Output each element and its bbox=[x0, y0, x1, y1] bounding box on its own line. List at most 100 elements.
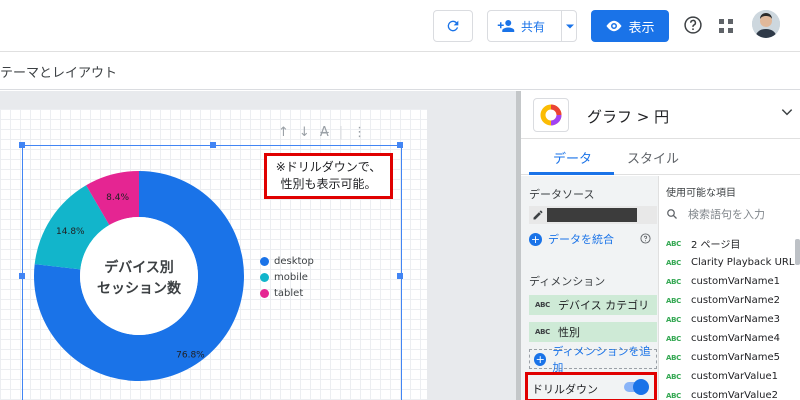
field-item[interactable]: ABC customVarName1 bbox=[666, 272, 794, 291]
search-placeholder: 検索語句を入力 bbox=[688, 208, 765, 221]
apps-button[interactable] bbox=[719, 18, 733, 37]
field-item[interactable]: ABC customVarName3 bbox=[666, 310, 794, 329]
abc-type-icon: ABC bbox=[666, 353, 681, 362]
legend-swatch bbox=[260, 272, 269, 282]
add-person-icon bbox=[497, 20, 515, 32]
field-label: customVarName4 bbox=[691, 333, 780, 344]
donut-hole bbox=[80, 217, 198, 335]
plus-icon: + bbox=[529, 232, 542, 246]
legend-label: mobile bbox=[274, 271, 308, 283]
slice-data-label: 14.8% bbox=[56, 227, 85, 237]
top-bar: 共有 表示 bbox=[0, 0, 800, 52]
dimension-label: デバイス カテゴリ bbox=[558, 299, 650, 312]
callout-line-1: ※ドリルダウンで、 bbox=[275, 160, 382, 174]
abc-type-icon: ABC bbox=[666, 239, 681, 248]
merge-data-button[interactable]: + データを統合 bbox=[529, 231, 614, 247]
abc-type-icon: ABC bbox=[666, 315, 681, 324]
chart-type-selector[interactable] bbox=[533, 98, 569, 132]
dimension-label: 性別 bbox=[558, 326, 580, 339]
help-small-icon[interactable] bbox=[640, 233, 651, 244]
center-title-line-2: セッション数 bbox=[97, 280, 182, 297]
field-item[interactable]: ABC customVarName5 bbox=[666, 348, 794, 367]
field-item[interactable]: ABC customVarName2 bbox=[666, 291, 794, 310]
legend-item: tablet bbox=[260, 285, 314, 301]
legend-label: desktop bbox=[274, 255, 314, 267]
field-label: Clarity Playback URL bbox=[691, 257, 795, 268]
sub-toolbar: テーマとレイアウト bbox=[0, 52, 800, 90]
add-dimension-button[interactable]: + ディメンションを追加 bbox=[529, 345, 657, 374]
share-button[interactable]: 共有 bbox=[487, 10, 577, 42]
available-fields-title: 使用可能な項目 bbox=[666, 188, 736, 199]
drilldown-toggle[interactable] bbox=[624, 379, 649, 395]
theme-layout-button[interactable]: テーマとレイアウト bbox=[0, 62, 117, 81]
active-tab-indicator bbox=[529, 172, 614, 175]
field-item[interactable]: ABC customVarValue2 bbox=[666, 386, 794, 400]
share-label: 共有 bbox=[521, 19, 546, 34]
refresh-button[interactable] bbox=[433, 10, 473, 42]
field-label: customVarName3 bbox=[691, 314, 780, 325]
field-label: customVarName2 bbox=[691, 295, 780, 306]
plus-icon: + bbox=[534, 352, 547, 366]
avatar[interactable] bbox=[752, 10, 780, 38]
dimension-chip-gender[interactable]: ABC 性別 bbox=[529, 322, 657, 342]
dimension-chip-device[interactable]: ABC デバイス カテゴリ bbox=[529, 295, 657, 315]
report-canvas: ↑ ↓ A̶ | ⋮ 76.8% 14.8% 8.4% デバイス別 セッション数 ※ドリ… bbox=[0, 91, 516, 400]
legend-item: mobile bbox=[260, 269, 314, 285]
abc-type-icon: ABC bbox=[666, 391, 681, 400]
field-item[interactable]: ABC customVarValue1 bbox=[666, 367, 794, 386]
field-item[interactable]: ABC 2 ページ目 bbox=[666, 234, 794, 253]
legend-label: tablet bbox=[274, 287, 304, 299]
search-icon bbox=[667, 209, 677, 219]
center-title-line-1: デバイス別 bbox=[104, 259, 174, 276]
slice-data-label: 8.4% bbox=[106, 193, 129, 203]
merge-data-label: データを統合 bbox=[548, 233, 614, 246]
data-source-title: データソース bbox=[529, 188, 595, 201]
field-label: customVarName1 bbox=[691, 276, 780, 287]
share-menu-button[interactable] bbox=[561, 11, 577, 41]
view-label: 表示 bbox=[628, 20, 655, 36]
available-fields-column: 使用可能な項目 検索語句を入力 ABC 2 ページ目 ABC Clarity Play… bbox=[660, 176, 800, 400]
eye-icon bbox=[606, 20, 622, 32]
tab-data[interactable]: データ bbox=[553, 148, 592, 167]
field-label: customVarValue2 bbox=[691, 390, 778, 400]
field-label: customVarValue1 bbox=[691, 371, 778, 382]
help-icon bbox=[684, 16, 702, 34]
legend-item: desktop bbox=[260, 253, 314, 269]
slice-data-label: 76.8% bbox=[176, 351, 205, 361]
abc-type-icon: ABC bbox=[666, 334, 681, 343]
chart-legend: desktop mobile tablet bbox=[260, 253, 314, 301]
abc-type-icon: ABC bbox=[666, 258, 681, 267]
data-config-column: データソース + データを統合 ディメンション ABC デバイス カテゴリ AB… bbox=[521, 176, 659, 400]
chevron-down-icon[interactable] bbox=[780, 105, 794, 119]
field-item[interactable]: ABC Clarity Playback URL bbox=[666, 253, 794, 272]
data-source-name-redacted bbox=[547, 208, 637, 222]
abc-type-icon: ABC bbox=[535, 301, 550, 309]
view-button[interactable]: 表示 bbox=[591, 10, 669, 42]
pie-chart-icon bbox=[540, 104, 562, 126]
add-dimension-label: ディメンションを追加 bbox=[552, 345, 651, 374]
abc-type-icon: ABC bbox=[666, 277, 681, 286]
callout-line-2: 性別も表示可能。 bbox=[280, 177, 377, 191]
toggle-knob bbox=[633, 379, 649, 395]
tab-style[interactable]: スタイル bbox=[627, 148, 679, 167]
abc-type-icon: ABC bbox=[666, 372, 681, 381]
dimension-title: ディメンション bbox=[529, 275, 606, 288]
field-search[interactable]: 検索語句を入力 bbox=[666, 206, 765, 222]
panel-tabs: データ スタイル bbox=[521, 139, 800, 175]
apps-grid-icon bbox=[719, 19, 733, 33]
help-button[interactable] bbox=[683, 15, 703, 39]
refresh-icon bbox=[447, 20, 459, 32]
pencil-icon[interactable] bbox=[532, 209, 544, 221]
abc-type-icon: ABC bbox=[666, 296, 681, 305]
field-list: ABC 2 ページ目 ABC Clarity Playback URL ABC custo… bbox=[666, 234, 794, 400]
user-photo-icon bbox=[752, 10, 780, 38]
report-page[interactable]: ↑ ↓ A̶ | ⋮ 76.8% 14.8% 8.4% デバイス別 セッション数 ※ドリ… bbox=[0, 109, 427, 400]
caret-down-icon bbox=[565, 24, 574, 28]
data-source-selector[interactable] bbox=[529, 206, 657, 224]
panel-header: グラフ > 円 bbox=[521, 91, 800, 139]
scrollbar-thumb[interactable] bbox=[795, 239, 800, 265]
panel-title: グラフ > 円 bbox=[587, 108, 670, 126]
properties-panel: グラフ > 円 データ スタイル データソース + データを統合 ディメンション… bbox=[516, 91, 800, 400]
field-item[interactable]: ABC customVarName4 bbox=[666, 329, 794, 348]
drilldown-row: ドリルダウン bbox=[525, 372, 657, 400]
